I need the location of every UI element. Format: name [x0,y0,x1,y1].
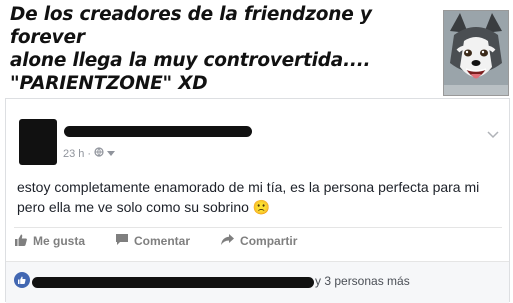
share-label: Compartir [240,234,298,248]
likers-others-link[interactable]: y 3 personas más [315,274,410,288]
like-reaction-icon[interactable] [14,272,30,293]
husky-face-illustration [444,11,508,95]
like-label: Me gusta [33,234,86,248]
meme-caption: De los creadores de la friendzone y fore… [10,4,372,94]
chevron-down-icon[interactable] [487,126,499,144]
author-name-redacted[interactable] [64,126,252,137]
facebook-post-card: 23 h · estoy completamente enamorado de … [5,98,510,303]
avatar-redacted[interactable] [19,119,57,165]
husky-meme-image [443,10,509,96]
post-meta: 23 h · [63,147,116,160]
like-button[interactable]: Me gusta [14,233,85,250]
post-timestamp[interactable]: 23 h [63,148,84,160]
meme-header: De los creadores de la friendzone y fore… [0,0,513,97]
comment-button[interactable]: Comentar [115,233,190,249]
share-arrow-icon [220,233,235,249]
share-button[interactable]: Compartir [220,233,297,249]
meta-separator: · [87,147,92,160]
comment-icon [115,233,129,249]
reactions-summary: y 3 personas más [6,261,509,303]
post-body-text: estoy completamente enamorado de mi tía,… [17,179,480,215]
globe-icon [94,147,104,160]
thumbs-up-icon [14,233,28,250]
comment-label: Comentar [134,234,191,248]
audience-dropdown-icon[interactable] [107,148,116,160]
likers-names-redacted[interactable] [32,277,314,288]
post-action-bar: Me gusta Comentar Compartir [14,227,502,254]
